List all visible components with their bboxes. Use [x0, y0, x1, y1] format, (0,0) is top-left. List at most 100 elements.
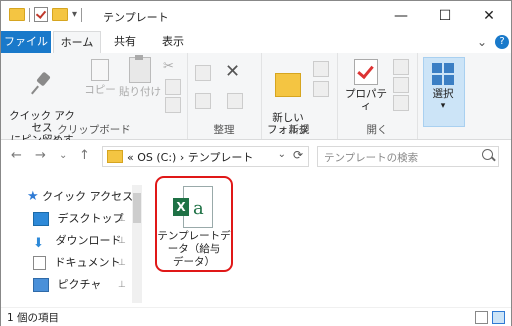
- easy-access-icon[interactable]: [313, 81, 329, 97]
- new-folder-icon: [275, 73, 301, 97]
- nav-item-quick-access[interactable]: ★ クイック アクセス: [27, 188, 133, 206]
- customize-toolbar-icon[interactable]: ▾: [72, 9, 77, 20]
- open-icon[interactable]: [393, 59, 409, 75]
- up-button[interactable]: ↑: [79, 148, 90, 163]
- new-group-label: 新規: [288, 124, 310, 136]
- nav-item-label: ダウンロード: [55, 234, 122, 247]
- star-icon: ★: [27, 189, 39, 204]
- nav-item-pictures[interactable]: ピクチャ: [33, 276, 101, 294]
- maximize-button[interactable]: ☐: [423, 1, 467, 31]
- nav-item-label: ドキュメント: [54, 256, 121, 269]
- back-button[interactable]: ←: [11, 148, 22, 163]
- close-button[interactable]: ✕: [467, 1, 511, 31]
- move-to-icon[interactable]: [195, 65, 211, 81]
- clipboard-group: クイック アクセス にピン留めする コピー 貼り付け ✂ クリップボード: [1, 53, 188, 158]
- refresh-icon[interactable]: ⟳: [293, 148, 303, 162]
- delete-icon[interactable]: ✕: [225, 61, 240, 82]
- ribbon-tabs: ファイル ホーム 共有 表示 ⌄ ?: [1, 31, 511, 54]
- search-icon: [482, 149, 493, 160]
- status-bar: 1 個の項目: [1, 307, 511, 326]
- window-controls: — ☐ ✕: [379, 1, 511, 31]
- paste-label: 貼り付け: [119, 86, 161, 98]
- select-icon: [432, 63, 454, 85]
- scrollbar-thumb[interactable]: [133, 193, 141, 223]
- file-list: a X テンプレートデ ータ（給与 データ）: [146, 172, 511, 307]
- copy-button[interactable]: コピー: [83, 59, 117, 96]
- pin-icon: [30, 71, 54, 95]
- pictures-icon: [33, 278, 49, 292]
- nav-item-label: クイック アクセス: [42, 190, 134, 203]
- address-bar[interactable]: « OS (C:) › テンプレート ⌄ ⟳: [102, 146, 309, 167]
- tab-share[interactable]: 共有: [105, 31, 145, 53]
- pin-icon[interactable]: ⊥: [118, 258, 126, 268]
- large-icons-view-icon[interactable]: [492, 311, 505, 324]
- select-button-content[interactable]: 選択 ▾: [423, 63, 463, 112]
- nav-item-documents[interactable]: ドキュメント: [33, 254, 121, 272]
- help-icon[interactable]: ?: [495, 35, 509, 49]
- paste-icon: [129, 55, 151, 83]
- new-item-icon[interactable]: [313, 61, 329, 77]
- copy-path-icon[interactable]: [165, 79, 181, 95]
- select-dropdown-icon: ▾: [440, 101, 446, 111]
- file-item[interactable]: a X テンプレートデ ータ（給与 データ）: [155, 176, 233, 272]
- separator: [29, 7, 30, 22]
- desktop-icon: [33, 212, 49, 226]
- documents-icon: [33, 256, 46, 270]
- view-toggle: [475, 311, 505, 324]
- window-title: テンプレート: [103, 11, 169, 24]
- folder-icon: [9, 8, 25, 21]
- new-folder-quick-icon[interactable]: [52, 8, 68, 21]
- minimize-button[interactable]: —: [379, 1, 423, 31]
- new-group: 新しい フォルダー 新規: [261, 53, 338, 148]
- properties-label: プロパティ: [345, 88, 387, 112]
- details-view-icon[interactable]: [475, 311, 488, 324]
- nav-item-label: デスクトップ: [57, 212, 124, 225]
- forward-button[interactable]: →: [35, 148, 46, 163]
- collapse-ribbon-icon[interactable]: ⌄: [477, 35, 487, 49]
- search-input[interactable]: テンプレートの検索: [317, 146, 499, 167]
- file-name-line: ータ（給与: [167, 243, 221, 255]
- title-bar: ▾ テンプレート — ☐ ✕: [1, 1, 511, 31]
- item-count: 1 個の項目: [7, 312, 60, 324]
- paste-shortcut-icon[interactable]: [165, 97, 181, 113]
- properties-quick-icon[interactable]: [34, 7, 48, 22]
- tab-file[interactable]: ファイル: [1, 31, 51, 53]
- pin-icon[interactable]: ⊥: [118, 236, 126, 246]
- navigation-pane: ★ クイック アクセス デスクトップ ⊥ ⬇ ダウンロード ⊥ ドキュメント ⊥…: [1, 172, 143, 307]
- explorer-window: ▾ テンプレート — ☐ ✕ ファイル ホーム 共有 表示 ⌄ ? クイック ア…: [0, 0, 512, 326]
- copy-label: コピー: [84, 84, 116, 96]
- folder-icon: [107, 150, 123, 163]
- recent-locations-button[interactable]: ⌄: [59, 150, 67, 161]
- nav-item-desktop[interactable]: デスクトップ: [33, 210, 124, 228]
- properties-icon: [354, 59, 378, 85]
- rename-icon[interactable]: [227, 93, 243, 109]
- clipboard-group-label: クリップボード: [57, 124, 131, 136]
- copy-to-icon[interactable]: [195, 93, 211, 109]
- organize-group-label: 整理: [213, 124, 235, 136]
- cut-icon[interactable]: ✂: [163, 59, 174, 74]
- file-name: テンプレートデ ータ（給与 データ）: [157, 230, 231, 269]
- nav-pane-scrollbar[interactable]: [132, 185, 142, 303]
- select-group: 選択 ▾: [417, 53, 467, 139]
- navigation-bar: ← → ⌄ ↑ « OS (C:) › テンプレート ⌄ ⟳ テンプレートの検索: [1, 140, 511, 172]
- search-placeholder: テンプレートの検索: [324, 152, 419, 164]
- address-path[interactable]: « OS (C:) › テンプレート: [127, 149, 253, 165]
- open-group-label: 開く: [366, 124, 388, 136]
- download-icon: ⬇: [33, 236, 44, 251]
- open-group: プロパティ 開く: [337, 53, 418, 139]
- excel-icon: a X: [173, 186, 213, 230]
- history-icon[interactable]: [393, 95, 409, 111]
- ribbon: クイック アクセス にピン留めする コピー 貼り付け ✂ クリップボード ✕ 整…: [1, 53, 511, 158]
- select-label: 選択: [432, 88, 454, 100]
- paste-button[interactable]: 貼り付け: [119, 55, 161, 98]
- pin-icon[interactable]: ⊥: [118, 280, 126, 290]
- tab-view[interactable]: 表示: [153, 31, 193, 53]
- address-dropdown-icon[interactable]: ⌄: [278, 149, 286, 160]
- file-name-line: テンプレートデ: [157, 230, 231, 242]
- properties-button[interactable]: プロパティ: [341, 59, 391, 112]
- pin-icon[interactable]: ⊥: [118, 214, 126, 224]
- nav-item-downloads[interactable]: ⬇ ダウンロード: [33, 232, 122, 251]
- nav-item-label: ピクチャ: [57, 278, 102, 291]
- edit-icon[interactable]: [393, 77, 409, 93]
- tab-home[interactable]: ホーム: [53, 31, 101, 54]
